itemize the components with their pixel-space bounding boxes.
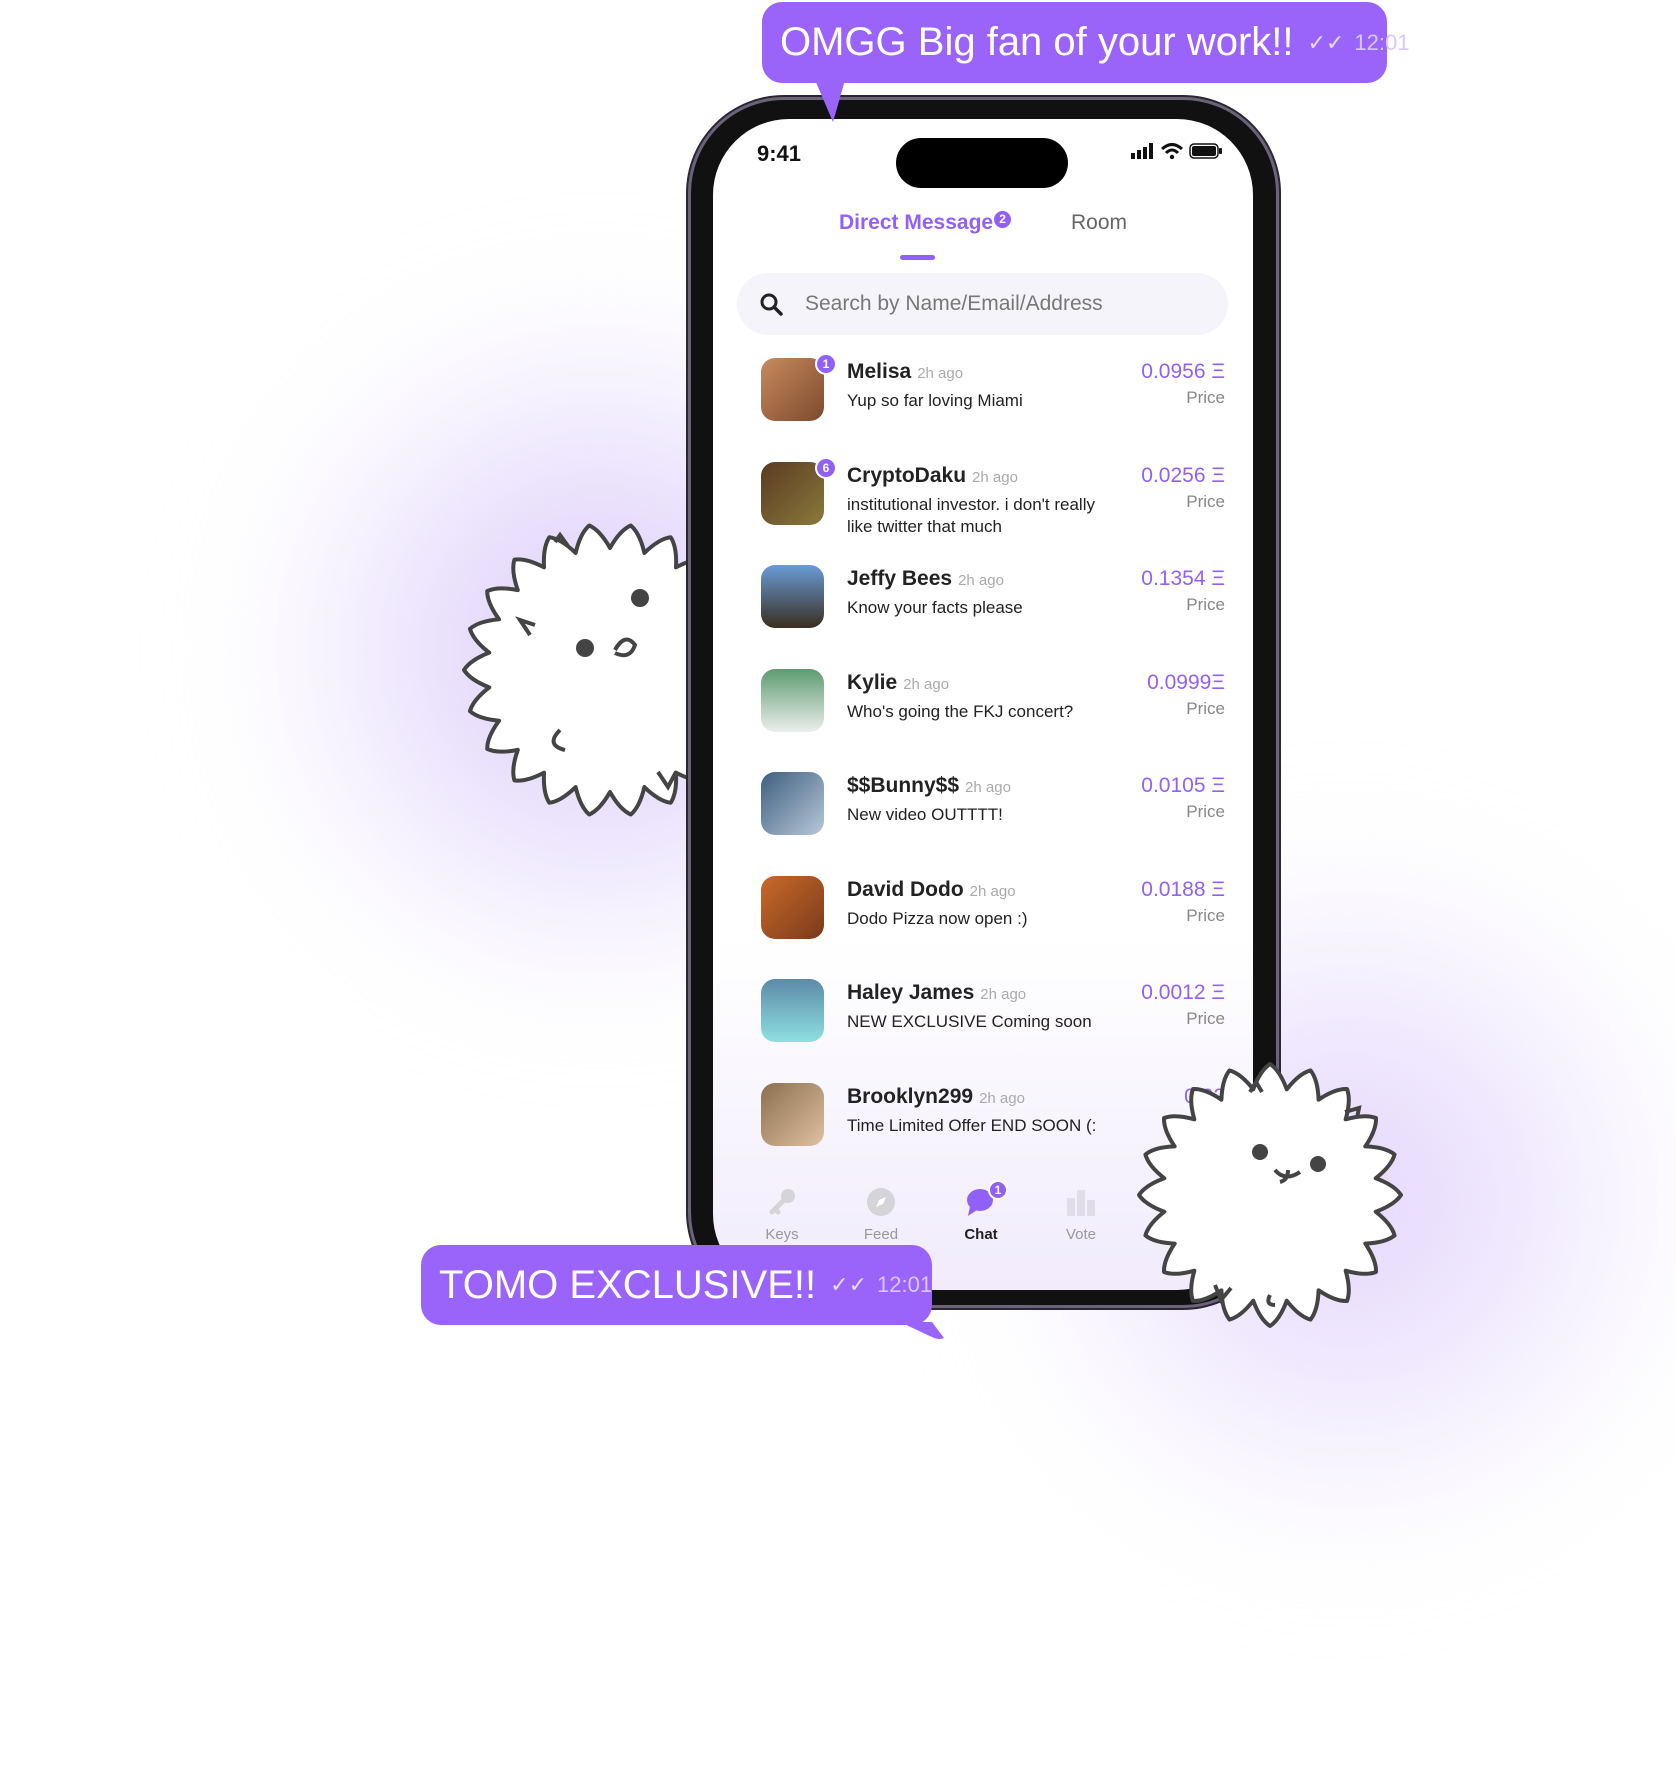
message-preview: Who's going the FKJ concert? (847, 701, 1074, 721)
bubble-tail (900, 1322, 944, 1339)
avatar (761, 1082, 824, 1146)
dynamic-island (896, 138, 1068, 188)
tab-room[interactable]: Room (1071, 211, 1127, 235)
message-preview: Yup so far loving Miami (847, 391, 1023, 410)
avatar (761, 565, 824, 628)
conversation-row[interactable]: 1 Melisa 2h ago Yup so far loving Miami 0.… (761, 353, 1231, 448)
nav-vote[interactable]: Vote (1041, 1184, 1121, 1243)
contact-name: David Dodo 2h ago (847, 878, 1016, 902)
unread-badge: 1 (815, 353, 837, 375)
contact-name: Jeffy Bees 2h ago (847, 567, 1004, 591)
bubble-time: 12:01 (1354, 29, 1410, 55)
contact-name: Melisa 2h ago (847, 360, 963, 384)
message-time: 2h ago (980, 986, 1027, 1003)
search-icon (760, 293, 783, 316)
message-preview: NEW EXCLUSIVE Coming soon (847, 1012, 1092, 1031)
search-placeholder: Search by Name/Email/Address (805, 292, 1103, 315)
bubble-text: OMGG Big fan of your work!! (780, 20, 1294, 64)
message-time: 2h ago (903, 675, 950, 693)
avatar (761, 979, 824, 1042)
nav-label: Keys (765, 1226, 799, 1243)
avatar (761, 772, 824, 835)
price-value: 0.1354 Ξ (1141, 567, 1225, 590)
price-value: 0.0956 Ξ (1141, 360, 1225, 383)
name-text: CryptoDaku (847, 463, 967, 487)
conversation-row[interactable]: Kylie 2h ago Who's going the FKJ concert?… (761, 668, 1231, 759)
contact-name: CryptoDaku 2h ago (847, 464, 1018, 488)
tab-label: Direct Message (839, 211, 994, 234)
name-text: Kylie (847, 670, 898, 694)
message-time: 2h ago (958, 572, 1004, 589)
name-text: David Dodo (847, 877, 964, 901)
price-value: 0.0188 Ξ (1141, 877, 1225, 901)
compass-icon (841, 1184, 921, 1220)
active-tab-indicator (900, 255, 935, 260)
nav-feed[interactable]: Feed (841, 1184, 921, 1243)
message-time: 2h ago (965, 779, 1011, 796)
unread-badge: 6 (815, 456, 837, 479)
price-label: Price (1186, 698, 1225, 718)
podium-icon (1041, 1184, 1121, 1220)
double-check-icon: ✓✓ (830, 1272, 868, 1297)
contact-name: Brooklyn299 2h ago (847, 1085, 1025, 1109)
price-label: Price (1186, 802, 1225, 821)
message-time: 2h ago (969, 882, 1016, 900)
message-time: 2h ago (972, 468, 1018, 486)
nav-label: Vote (1065, 1226, 1097, 1243)
conversation-row[interactable]: Jeffy Bees 2h ago Know your facts please … (761, 565, 1231, 655)
contact-name: Kylie 2h ago (847, 671, 949, 695)
conversation-row[interactable]: $$Bunny$$ 2h ago New video OUTTTT! 0.0105… (761, 772, 1231, 862)
message-preview: New video OUTTTT! (847, 805, 1003, 824)
conversation-row[interactable]: David Dodo 2h ago Dodo Pizza now open :) … (761, 875, 1231, 966)
price-label: Price (1186, 388, 1225, 407)
contact-name: Haley James 2h ago (847, 981, 1026, 1005)
price-value: 0.0012 Ξ (1141, 981, 1225, 1004)
message-time: 2h ago (979, 1089, 1025, 1107)
name-text: Haley James (847, 981, 975, 1004)
bubble-text: TOMO EXCLUSIVE!! (439, 1262, 817, 1307)
name-text: Melisa (847, 360, 912, 383)
price-label: Price (1186, 1009, 1225, 1028)
price-value: 0.0256 Ξ (1141, 463, 1225, 487)
nav-label: Feed (863, 1226, 899, 1243)
contact-name: $$Bunny$$ 2h ago (847, 774, 1011, 798)
signal-icon (1131, 143, 1153, 159)
tab-badge: 2 (994, 211, 1012, 228)
name-text: $$Bunny$$ (847, 774, 960, 797)
nav-keys[interactable]: Keys (742, 1184, 822, 1243)
price-label: Price (1186, 905, 1225, 925)
chat-icon: 1 (941, 1180, 1021, 1220)
spiky-mascot-right (1137, 1062, 1403, 1328)
message-preview: institutional investor. i don't really l… (847, 494, 1095, 536)
nav-badge: 1 (988, 1180, 1008, 1200)
battery-icon (1189, 143, 1222, 159)
avatar (761, 875, 824, 939)
message-preview: Know your facts please (847, 598, 1023, 617)
status-time: 9:41 (757, 141, 802, 166)
price-label: Price (1186, 595, 1225, 614)
chat-bubble-top: OMGG Big fan of your work!! ✓✓ 12:01 (762, 2, 1409, 83)
message-preview: Dodo Pizza now open :) (847, 908, 1028, 928)
bubble-time: 12:01 (877, 1272, 933, 1297)
chat-bubble-bottom: TOMO EXCLUSIVE!! ✓✓ 12:01 (421, 1245, 932, 1325)
avatar (761, 358, 824, 421)
message-preview: Time Limited Offer END SOON (: (847, 1115, 1097, 1135)
key-icon (742, 1184, 822, 1220)
search-input[interactable]: Search by Name/Email/Address (737, 273, 1228, 335)
name-text: Jeffy Bees (847, 567, 953, 590)
name-text: Brooklyn299 (847, 1084, 974, 1108)
price-label: Price (1186, 491, 1225, 511)
wifi-icon (1161, 143, 1183, 159)
message-time: 2h ago (917, 365, 964, 382)
status-icons (1131, 143, 1223, 159)
price-value: 0.0105 Ξ (1141, 774, 1225, 797)
bubble-tail (815, 80, 845, 122)
double-check-icon: ✓✓ (1307, 29, 1345, 55)
conversation-row[interactable]: 6 CryptoDaku 2h ago institutional investor… (761, 456, 1231, 552)
price-value: 0.0999Ξ (1147, 670, 1225, 694)
tab-direct-message[interactable]: Direct Message 2 (839, 211, 1012, 235)
nav-label: Chat (964, 1226, 998, 1243)
avatar (761, 668, 824, 732)
nav-chat[interactable]: 1 Chat (941, 1180, 1021, 1243)
